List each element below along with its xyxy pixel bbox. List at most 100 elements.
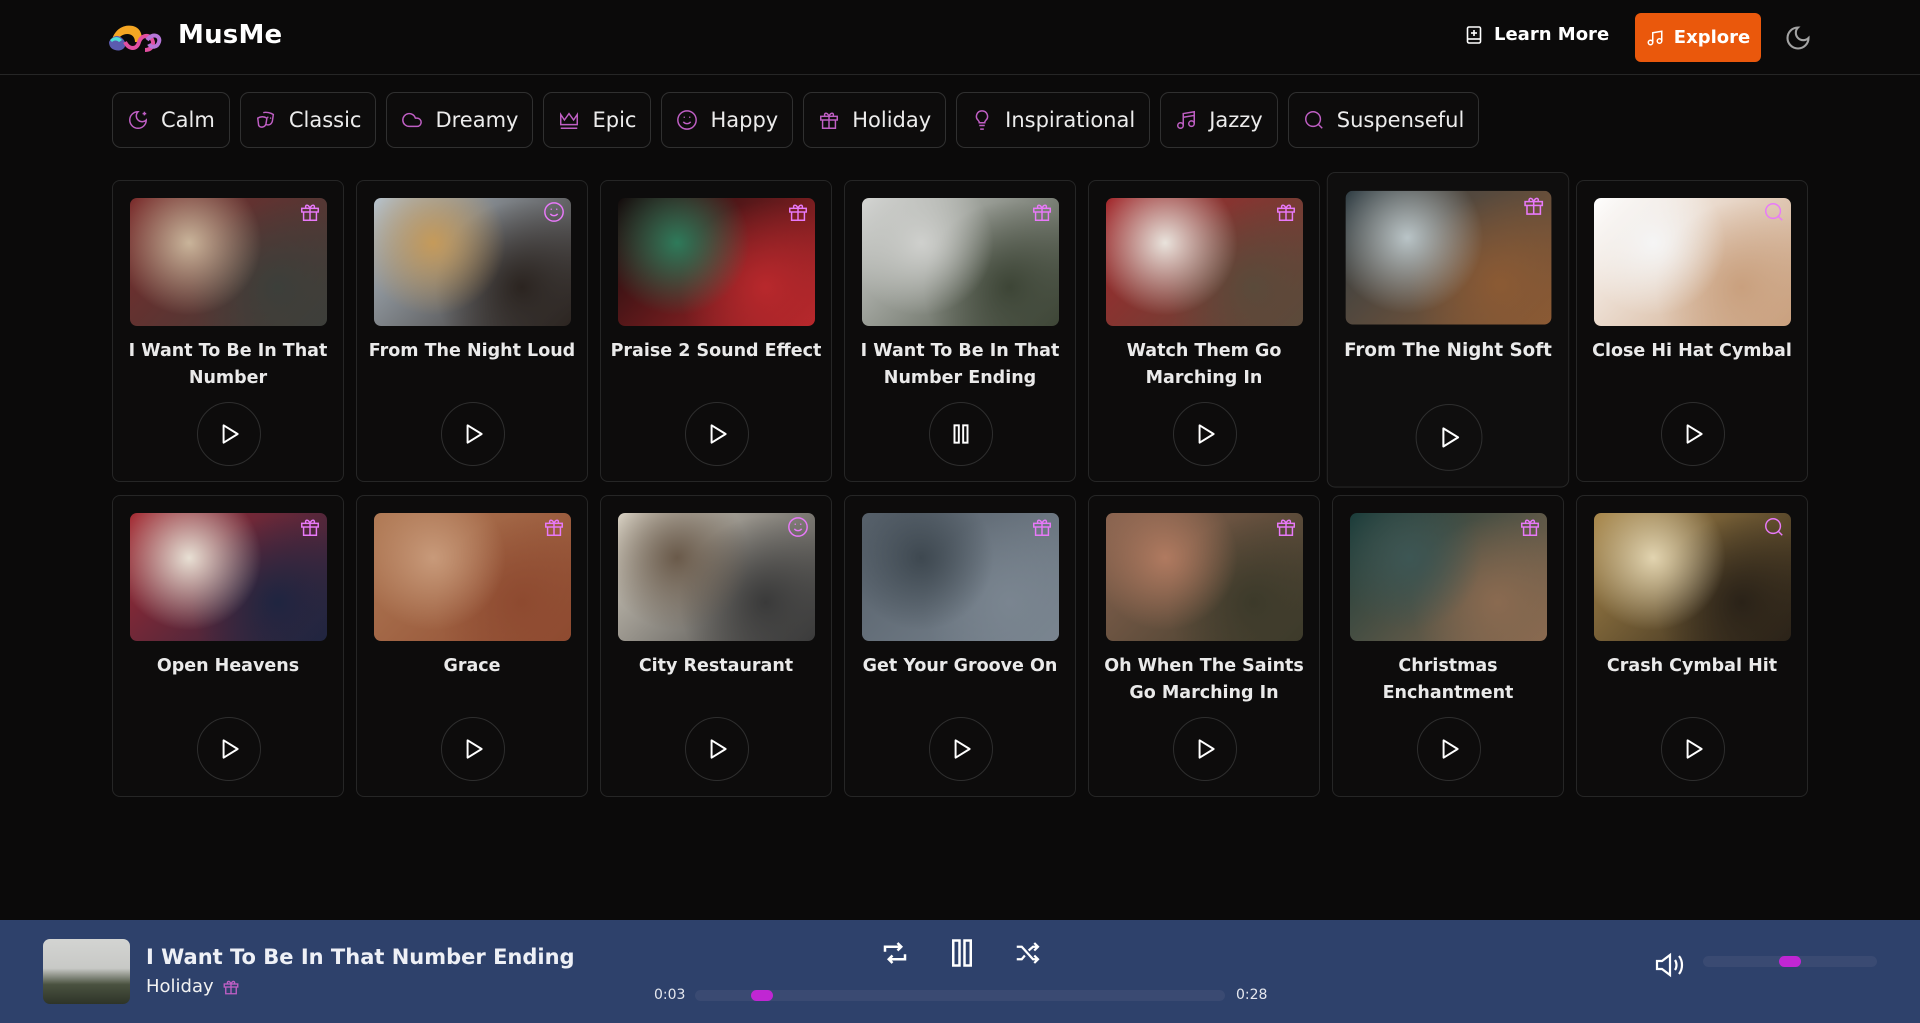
play-button[interactable]: [1661, 717, 1725, 781]
gift-icon: [1033, 204, 1051, 221]
genre-chip-label: Suspenseful: [1336, 108, 1465, 132]
play-button[interactable]: [685, 717, 749, 781]
genre-chip-happy[interactable]: Happy: [661, 92, 794, 148]
music-note-icon: [1647, 29, 1663, 45]
track-card[interactable]: Open Heavens: [112, 495, 344, 797]
play-button[interactable]: [441, 402, 505, 466]
play-icon: [466, 739, 483, 759]
progress-slider[interactable]: [695, 990, 1225, 1001]
genre-chip-label: Jazzy: [1209, 108, 1263, 132]
volume-slider[interactable]: [1703, 956, 1877, 967]
play-icon: [954, 739, 971, 759]
genre-chip-classic[interactable]: Classic: [239, 92, 377, 148]
genre-chip-jazzy[interactable]: Jazzy: [1160, 92, 1278, 148]
track-title: Crash Cymbal Hit: [1606, 656, 1778, 676]
gift-icon: [301, 519, 319, 536]
play-button[interactable]: [441, 717, 505, 781]
genre-chip-dreamy[interactable]: Dreamy: [386, 92, 534, 148]
search-icon: [1304, 111, 1323, 129]
play-icon: [222, 424, 239, 444]
smile-icon: [677, 110, 698, 130]
track-artwork: [1594, 513, 1791, 641]
track-card[interactable]: I Want To Be In That Number: [112, 180, 344, 482]
genre-chip-epic[interactable]: Epic: [543, 92, 652, 148]
play-icon: [466, 424, 483, 444]
genre-chip-label: Classic: [288, 108, 362, 132]
progress-slider-thumb[interactable]: [750, 990, 773, 1001]
genre-chip-suspenseful[interactable]: Suspenseful: [1287, 92, 1480, 148]
learn-more-label: Learn More: [1494, 24, 1610, 45]
play-button[interactable]: [929, 717, 993, 781]
track-artwork: [1350, 513, 1547, 641]
duration: 0:28: [1236, 987, 1268, 1003]
brand-name: MusMe: [178, 20, 283, 50]
track-title: From The Night Soft: [1344, 340, 1552, 362]
track-card[interactable]: City Restaurant: [600, 495, 832, 797]
track-card[interactable]: Close Hi Hat Cymbal: [1576, 180, 1808, 482]
play-icon: [1442, 427, 1460, 448]
play-button[interactable]: [197, 402, 261, 466]
play-icon: [1198, 739, 1215, 759]
track-artwork: [374, 513, 571, 641]
play-button[interactable]: [1173, 717, 1237, 781]
track-card[interactable]: From The Night Loud: [356, 180, 588, 482]
now-playing-title: I Want To Be In That Number Ending: [146, 945, 575, 969]
shuffle-icon[interactable]: [1013, 938, 1043, 968]
pause-button[interactable]: [929, 402, 993, 466]
play-button[interactable]: [1415, 403, 1483, 471]
play-button[interactable]: [1661, 402, 1725, 466]
pause-icon[interactable]: [947, 938, 977, 968]
top-nav: MusMe Learn More Explore: [0, 0, 1920, 75]
moon-icon[interactable]: [1784, 24, 1812, 52]
lightbulb-icon: [975, 110, 989, 130]
moon-star-icon: [129, 111, 147, 129]
gift-icon: [1524, 197, 1544, 215]
play-icon: [1686, 424, 1703, 444]
play-button[interactable]: [1173, 402, 1237, 466]
play-icon: [1686, 739, 1703, 759]
track-title: From The Night Loud: [368, 341, 576, 361]
explore-button[interactable]: Explore: [1635, 13, 1761, 62]
gift-icon: [223, 980, 239, 994]
track-card[interactable]: Christmas Enchantment: [1332, 495, 1564, 797]
track-artwork: [1345, 190, 1552, 325]
smile-icon: [788, 517, 808, 537]
gift-icon: [1277, 519, 1295, 536]
genre-chip-calm[interactable]: Calm: [112, 92, 230, 148]
track-card[interactable]: Get Your Groove On: [844, 495, 1076, 797]
gift-icon: [789, 204, 807, 221]
track-artwork: [130, 513, 327, 641]
track-title: Oh When The Saints Go Marching In: [1104, 656, 1304, 703]
track-artwork: [618, 198, 815, 326]
track-artwork: [130, 198, 327, 326]
track-title: I Want To Be In That Number Ending: [860, 341, 1060, 388]
learn-more-link[interactable]: Learn More: [1466, 24, 1609, 45]
track-card[interactable]: Oh When The Saints Go Marching In: [1088, 495, 1320, 797]
now-playing-bar: I Want To Be In That Number Ending Holid…: [0, 920, 1920, 1023]
genre-chip-label: Holiday: [852, 108, 932, 132]
track-title: Get Your Groove On: [862, 656, 1058, 676]
track-card[interactable]: I Want To Be In That Number Ending: [844, 180, 1076, 482]
play-icon: [222, 739, 239, 759]
search-icon: [1765, 518, 1783, 536]
genre-chip-label: Inspirational: [1005, 108, 1136, 132]
track-card[interactable]: Watch Them Go Marching In: [1088, 180, 1320, 482]
genre-chip-inspirational[interactable]: Inspirational: [956, 92, 1151, 148]
search-icon: [1765, 203, 1783, 221]
play-button[interactable]: [685, 402, 749, 466]
track-artwork: [618, 513, 815, 641]
track-card[interactable]: Grace: [356, 495, 588, 797]
track-card[interactable]: Crash Cymbal Hit: [1576, 495, 1808, 797]
volume-icon[interactable]: [1654, 951, 1686, 979]
play-button[interactable]: [197, 717, 261, 781]
track-card[interactable]: Praise 2 Sound Effect: [600, 180, 832, 482]
track-card[interactable]: From The Night Soft: [1326, 172, 1570, 488]
track-title: City Restaurant: [638, 656, 794, 676]
play-button[interactable]: [1417, 717, 1481, 781]
gift-icon: [1033, 519, 1051, 536]
track-title: Grace: [443, 656, 501, 676]
genre-chip-holiday[interactable]: Holiday: [803, 92, 947, 148]
volume-slider-thumb[interactable]: [1779, 956, 1801, 967]
theater-masks-icon: [256, 111, 274, 128]
repeat-icon[interactable]: [880, 938, 910, 968]
